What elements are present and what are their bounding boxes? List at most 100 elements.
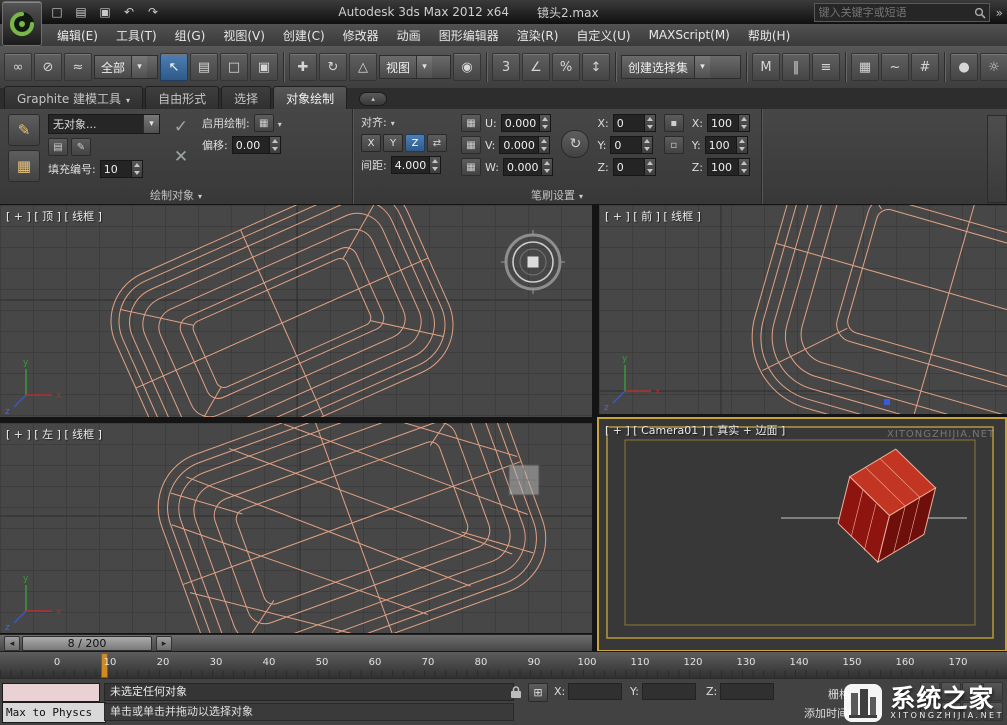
- application-menu-button[interactable]: [2, 1, 42, 46]
- enable-paint-button[interactable]: ▦: [254, 114, 274, 132]
- menu-tools[interactable]: 工具(T): [107, 24, 166, 47]
- viewport-top[interactable]: [ + ] [ 顶 ] [ 线框 ]: [0, 205, 592, 417]
- layer-manager-icon[interactable]: ≡: [812, 53, 840, 81]
- menu-create[interactable]: 创建(C): [274, 24, 334, 47]
- spinner-snap-icon[interactable]: ↕: [582, 53, 610, 81]
- select-and-move-icon[interactable]: ✚: [289, 53, 317, 81]
- spinner-arrows-icon[interactable]: [641, 137, 652, 153]
- spinner-arrows-icon[interactable]: [736, 137, 747, 153]
- maxscript-listener-field[interactable]: Max to Physcs: [2, 702, 106, 723]
- percent-snap-icon[interactable]: %: [552, 53, 580, 81]
- edit-object-list-icon[interactable]: ▤: [48, 138, 68, 156]
- scatter-rotate-icon[interactable]: ↻: [561, 130, 589, 158]
- spinner-arrows-icon[interactable]: [644, 159, 655, 175]
- w-rotation-spinner[interactable]: 0.000: [503, 158, 554, 176]
- selection-filter-dropdown[interactable]: 全部: [94, 55, 158, 79]
- bind-to-space-warp-icon[interactable]: ≈: [64, 53, 92, 81]
- reference-coordinate-dropdown[interactable]: 视图: [379, 55, 451, 79]
- align-y-button[interactable]: Y: [383, 134, 403, 152]
- select-by-name-icon[interactable]: ▤: [190, 53, 218, 81]
- open-file-icon[interactable]: ▤: [70, 2, 92, 21]
- angle-snap-icon[interactable]: ∠: [522, 53, 550, 81]
- viewport-left[interactable]: [ + ] [ 左 ] [ 线框 ]: [0, 423, 592, 633]
- menu-graph-editors[interactable]: 图形编辑器: [430, 24, 508, 47]
- zoom-extents-icon[interactable]: [962, 682, 982, 701]
- select-object-icon[interactable]: ↖: [160, 53, 188, 81]
- scale-unlock-icon[interactable]: ▫: [664, 136, 684, 154]
- spinner-arrows-icon[interactable]: [269, 137, 280, 153]
- previous-frame-icon[interactable]: ◂: [4, 636, 20, 651]
- menu-modifiers[interactable]: 修改器: [334, 24, 388, 47]
- zoom-all-icon[interactable]: [941, 682, 961, 701]
- u-rotation-spinner[interactable]: 0.000: [501, 114, 552, 132]
- search-icon[interactable]: [974, 7, 986, 19]
- material-editor-icon[interactable]: ●: [950, 53, 978, 81]
- menu-group[interactable]: 组(G): [166, 24, 215, 47]
- field-of-view-icon[interactable]: [983, 682, 1003, 701]
- scale-lock-icon[interactable]: ▪: [664, 114, 684, 132]
- viewport-front[interactable]: [ + ] [ 前 ] [ 线框 ]: [599, 205, 1007, 414]
- render-setup-icon[interactable]: ☼: [980, 53, 1007, 81]
- rotation-x-spinner[interactable]: 0: [613, 114, 656, 132]
- align-z-button[interactable]: Z: [405, 134, 425, 152]
- paint-object-list-dropdown[interactable]: 无对象...: [48, 114, 160, 134]
- next-frame-icon[interactable]: ▸: [156, 636, 172, 651]
- menu-animation[interactable]: 动画: [388, 24, 430, 47]
- time-slider-handle[interactable]: 8 / 200: [22, 636, 152, 651]
- tab-graphite-modeling[interactable]: Graphite 建模工具: [4, 86, 143, 109]
- viewport-top-label[interactable]: [ + ] [ 顶 ] [ 线框 ]: [6, 208, 102, 224]
- maximize-viewport-icon[interactable]: [962, 702, 982, 721]
- menu-help[interactable]: 帮助(H): [739, 24, 799, 47]
- scale-y-spinner[interactable]: 100: [705, 136, 748, 154]
- save-file-icon[interactable]: ▣: [94, 2, 116, 21]
- search-input[interactable]: [814, 3, 990, 22]
- v-rotation-icon[interactable]: ▦: [461, 136, 481, 154]
- scale-x-spinner[interactable]: 100: [707, 114, 750, 132]
- offset-spinner[interactable]: 0.00: [232, 136, 281, 154]
- brush-settings-group-label[interactable]: 笔刷设置: [353, 187, 761, 203]
- spinner-arrows-icon[interactable]: [131, 161, 142, 177]
- pan-icon[interactable]: [920, 702, 940, 721]
- u-rotation-icon[interactable]: ▦: [461, 114, 481, 132]
- rectangular-selection-region-icon[interactable]: □: [220, 53, 248, 81]
- spinner-arrows-icon[interactable]: [429, 157, 440, 173]
- zoom-icon[interactable]: [920, 682, 940, 701]
- paint-fill-icon[interactable]: ▦: [8, 150, 40, 182]
- select-and-link-icon[interactable]: ∞: [4, 53, 32, 81]
- absolute-mode-toggle-icon[interactable]: ⊞: [528, 683, 548, 702]
- select-and-rotate-icon[interactable]: ↻: [319, 53, 347, 81]
- paint-brush-icon[interactable]: ✎: [8, 114, 40, 146]
- spinner-arrows-icon[interactable]: [738, 159, 749, 175]
- graphite-ribbon-toggle-icon[interactable]: ▦: [851, 53, 879, 81]
- spinner-arrows-icon[interactable]: [644, 115, 655, 131]
- scale-z-spinner[interactable]: 100: [707, 158, 750, 176]
- edit-object-icon[interactable]: ✎: [71, 138, 91, 156]
- x-coordinate-field[interactable]: [568, 683, 622, 700]
- y-coordinate-field[interactable]: [642, 683, 696, 700]
- snap-toggle-icon[interactable]: 3: [492, 53, 520, 81]
- tab-selection[interactable]: 选择: [221, 86, 271, 109]
- spacing-spinner[interactable]: 4.000: [391, 156, 442, 174]
- curve-editor-icon[interactable]: ~: [881, 53, 909, 81]
- mirror-icon[interactable]: M: [752, 53, 780, 81]
- menu-views[interactable]: 视图(V): [214, 24, 274, 47]
- align-icon[interactable]: ‖: [782, 53, 810, 81]
- tab-object-paint[interactable]: 对象绘制: [273, 86, 347, 109]
- apply-paint-icon[interactable]: ✓: [168, 114, 194, 140]
- track-bar[interactable]: 0 10 20 30 40 50 60 70 80 90 100 110 120…: [0, 651, 1007, 679]
- window-crossing-icon[interactable]: ▣: [250, 53, 278, 81]
- selection-lock-icon[interactable]: [508, 684, 524, 700]
- fill-count-spinner[interactable]: 10: [100, 160, 143, 178]
- new-scene-icon[interactable]: □: [46, 2, 68, 21]
- schematic-view-icon[interactable]: #: [911, 53, 939, 81]
- spinner-arrows-icon[interactable]: [738, 115, 749, 131]
- align-x-button[interactable]: X: [361, 134, 381, 152]
- paint-objects-group-label[interactable]: 绘制对象: [0, 187, 352, 203]
- w-rotation-icon[interactable]: ▦: [461, 158, 481, 176]
- menu-customize[interactable]: 自定义(U): [567, 24, 639, 47]
- orbit-icon[interactable]: [941, 702, 961, 721]
- undo-icon[interactable]: ↶: [118, 2, 140, 21]
- menu-edit[interactable]: 编辑(E): [48, 24, 107, 47]
- viewport-camera[interactable]: [ + ] [ Camera01 ] [ 真实 + 边面 ] XITONGZHI…: [597, 417, 1007, 652]
- spinner-arrows-icon[interactable]: [539, 115, 550, 131]
